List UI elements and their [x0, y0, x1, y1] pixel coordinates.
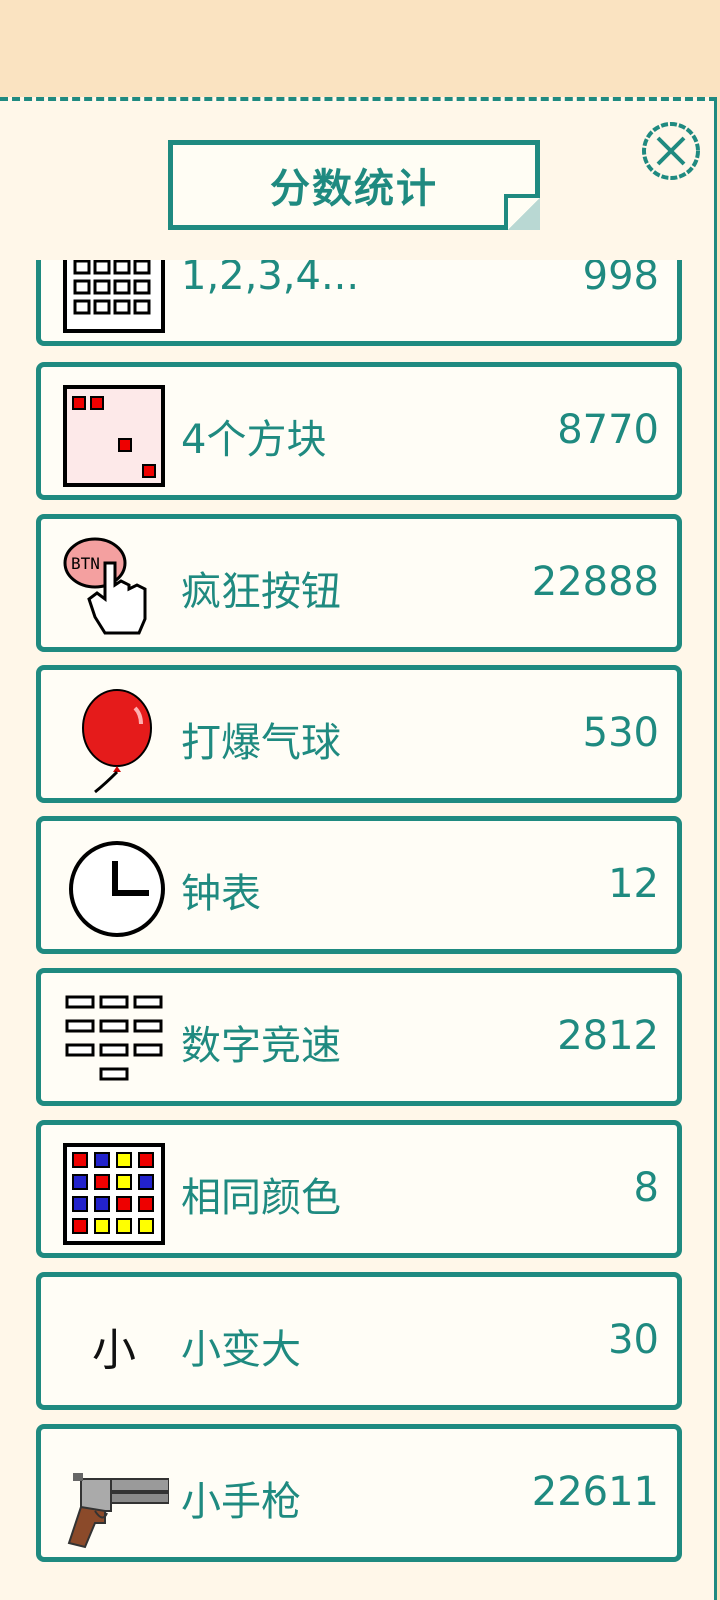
stat-name: 1,2,3,4...: [181, 260, 360, 299]
close-icon[interactable]: [640, 120, 702, 182]
stat-name: 数字竞速: [181, 1023, 341, 1069]
stats-list[interactable]: 1,2,3,4... 998 4个方块 8770 BTN 疯狂按钮 22888: [0, 260, 720, 1600]
balloon-icon: [82, 689, 152, 794]
stat-score: 22611: [531, 1469, 659, 1515]
keypad-icon: [65, 995, 163, 1081]
clock-icon: [69, 841, 165, 937]
color-grid-icon: [63, 1143, 165, 1245]
stat-name: 疯狂按钮: [181, 569, 341, 615]
stat-row-number-order[interactable]: 1,2,3,4... 998: [36, 260, 682, 346]
stat-name: 钟表: [181, 871, 261, 917]
stat-row-small-pistol[interactable]: 小手枪 22611: [36, 1424, 682, 1562]
stat-name: 4个方块: [181, 417, 327, 463]
revolver-icon: [67, 1473, 169, 1549]
four-squares-icon: [63, 385, 165, 487]
stat-name: 打爆气球: [181, 720, 341, 766]
stat-row-pop-balloon[interactable]: 打爆气球 530: [36, 665, 682, 803]
stat-row-small-to-big[interactable]: 小 小变大 30: [36, 1272, 682, 1410]
svg-text:BTN: BTN: [71, 554, 100, 573]
stat-row-same-color[interactable]: 相同颜色 8: [36, 1120, 682, 1258]
stat-row-four-squares[interactable]: 4个方块 8770: [36, 362, 682, 500]
title-banner: 分数统计: [168, 140, 540, 230]
small-big-icon-text: 小: [92, 1325, 136, 1376]
stat-score: 30: [608, 1317, 659, 1363]
stat-score: 8770: [557, 407, 659, 453]
top-band: [0, 0, 720, 98]
small-big-icon: 小: [59, 1291, 169, 1401]
stat-row-clock[interactable]: 钟表 12: [36, 816, 682, 954]
stat-score: 8: [633, 1165, 659, 1211]
stat-name: 相同颜色: [181, 1175, 341, 1221]
stat-score: 22888: [531, 559, 659, 605]
stat-name: 小手枪: [181, 1479, 301, 1525]
stat-score: 998: [582, 260, 659, 299]
stat-name: 小变大: [181, 1327, 301, 1373]
stat-score: 12: [608, 861, 659, 907]
stat-row-crazy-button[interactable]: BTN 疯狂按钮 22888: [36, 514, 682, 652]
number-grid-icon: [63, 260, 165, 333]
title-fold-corner: [504, 194, 540, 230]
stat-score: 530: [582, 710, 659, 756]
page-title: 分数统计: [270, 166, 438, 212]
stat-row-number-race[interactable]: 数字竞速 2812: [36, 968, 682, 1106]
stat-score: 2812: [557, 1013, 659, 1059]
button-press-icon: BTN: [63, 537, 147, 635]
